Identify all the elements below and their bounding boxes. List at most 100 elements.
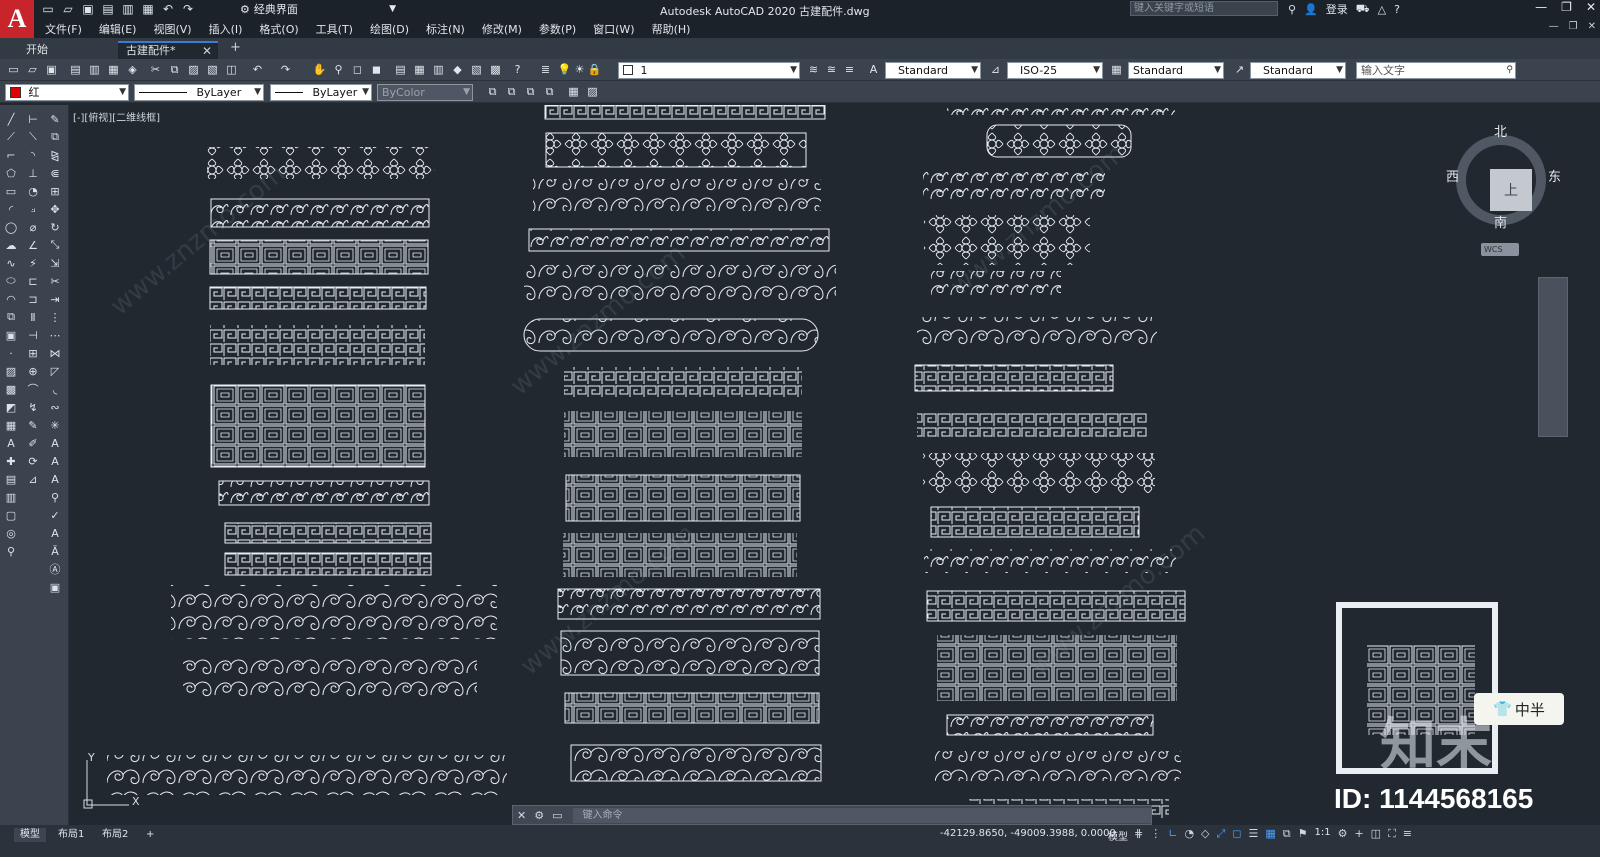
open-icon[interactable]: ▱ [60, 1, 76, 17]
application-menu-button[interactable]: A [0, 0, 34, 38]
dim-angular-icon[interactable]: ∠ [25, 237, 41, 253]
menu-format[interactable]: 格式(O) [259, 21, 298, 37]
login-button[interactable]: 登录 [1326, 1, 1348, 17]
dim-diameter-icon[interactable]: ⌀ [25, 219, 41, 235]
table-style-combo[interactable]: Standard ▼ [1128, 62, 1224, 79]
dim-linear-icon[interactable]: ⊢ [25, 111, 41, 127]
ellipse-arc-icon[interactable]: ◠ [3, 291, 19, 307]
lineweight-combo[interactable]: ByLayer ▼ [270, 84, 372, 101]
line-icon[interactable]: ╱ [3, 111, 19, 127]
dim-break-icon[interactable]: ⊣ [25, 327, 41, 343]
tab-start[interactable]: 开始 [18, 41, 56, 59]
dim-continue-icon[interactable]: ⊐ [25, 291, 41, 307]
rotate-icon[interactable]: ↻ [47, 219, 63, 235]
3d-print-icon[interactable]: ◈ [125, 62, 140, 77]
viewcube[interactable]: 上 北 南 东 西 [1446, 121, 1561, 231]
arc-icon[interactable]: ◜ [3, 201, 19, 217]
scale-text-icon[interactable]: Ā [47, 543, 63, 559]
annotation-visibility-icon[interactable]: ⚑ [1298, 827, 1308, 841]
ellipse-icon[interactable]: ⬭ [3, 273, 19, 289]
design-center-icon[interactable]: ▦ [412, 62, 427, 77]
user-icon[interactable]: 👤 [1304, 3, 1318, 16]
menu-edit[interactable]: 编辑(E) [99, 21, 137, 37]
isolate-icon[interactable]: ◫ [1371, 827, 1381, 841]
block-editor-icon[interactable]: ◫ [224, 62, 239, 77]
bring-above-icon[interactable]: ⧉ [523, 84, 538, 99]
open-file-icon[interactable]: ▱ [25, 62, 40, 77]
save-file-icon[interactable]: ▣ [44, 62, 59, 77]
coordinates-readout[interactable]: -42129.8650, -49009.3988, 0.0000 [940, 828, 1116, 839]
save-as-icon[interactable]: ▤ [100, 1, 116, 17]
find-text-input[interactable]: 输入文字 ⚲ [1356, 62, 1516, 79]
tab-drawing[interactable]: 古建配件* ✕ [118, 41, 218, 59]
zoom-previous-icon[interactable]: ◼ [369, 62, 384, 77]
sheet-set-icon[interactable]: ◆ [450, 62, 465, 77]
ortho-icon[interactable]: ∟ [1168, 827, 1177, 841]
compass-west[interactable]: 西 [1446, 166, 1459, 185]
plot-file-icon[interactable]: ▤ [68, 62, 83, 77]
doc-restore-icon[interactable]: ❐ [1569, 21, 1578, 32]
new-tab-icon[interactable]: + [230, 40, 241, 55]
close-command-icon[interactable]: ✕ [513, 809, 530, 822]
dim-style-palette-icon[interactable]: ⊿ [25, 471, 41, 487]
wcs-menu[interactable]: WCS [1481, 243, 1519, 256]
dim-ordinate-icon[interactable]: ⊥ [25, 165, 41, 181]
menu-window[interactable]: 窗口(W) [593, 21, 634, 37]
qnew-icon[interactable]: ▭ [6, 62, 21, 77]
copy-icon[interactable]: ⧉ [167, 62, 182, 77]
trim-icon[interactable]: ✂ [47, 273, 63, 289]
offset-icon[interactable]: ⋐ [47, 165, 63, 181]
help-icon[interactable]: ? [1394, 3, 1400, 16]
chamfer-icon[interactable]: ◸ [47, 363, 63, 379]
redo-toolbar-icon[interactable]: ↷ [278, 62, 293, 77]
calculator-icon[interactable]: ▩ [488, 62, 503, 77]
compass-south[interactable]: 南 [1494, 212, 1507, 231]
text-edit-icon[interactable]: A [47, 471, 63, 487]
dim-baseline-icon[interactable]: ⊏ [25, 273, 41, 289]
compass-north[interactable]: 北 [1494, 121, 1507, 140]
drawing-canvas[interactable]: [-][俯视][二维线框] Y X www.znzmo.com www.znzm… [69, 105, 1600, 825]
spline-icon[interactable]: ∿ [3, 255, 19, 271]
annotation-scale[interactable]: 1:1 [1314, 827, 1330, 841]
break-point-icon[interactable]: ⋮ [47, 309, 63, 325]
rectangle-icon[interactable]: ▭ [3, 183, 19, 199]
osnap-tracking-icon[interactable]: ⤢ [1217, 827, 1226, 841]
osnap-icon[interactable]: ◻ [1232, 827, 1241, 841]
gradient-icon[interactable]: ▩ [3, 381, 19, 397]
layer-state-icon[interactable]: ≡ [842, 62, 857, 77]
insert-block-icon[interactable]: ⧉ [3, 309, 19, 325]
viewcube-top-face[interactable]: 上 [1490, 169, 1532, 211]
publish-file-icon[interactable]: ▦ [106, 62, 121, 77]
selection-cycling-icon[interactable]: ⧉ [1283, 827, 1291, 841]
array-icon[interactable]: ⊞ [47, 183, 63, 199]
dim-update-icon[interactable]: ⟳ [25, 453, 41, 469]
boundary-icon[interactable]: ▥ [3, 489, 19, 505]
dim-radius-icon[interactable]: ◔ [25, 183, 41, 199]
add-layout-icon[interactable]: + [140, 828, 160, 842]
send-under-icon[interactable]: ⧉ [542, 84, 557, 99]
tool-palettes-icon[interactable]: ▥ [431, 62, 446, 77]
publish-icon[interactable]: ▥ [120, 1, 136, 17]
menu-parametric[interactable]: 参数(P) [539, 21, 576, 37]
region-icon[interactable]: ◩ [3, 399, 19, 415]
wipeout-icon[interactable]: ▢ [3, 507, 19, 523]
cut-icon[interactable]: ✂ [148, 62, 163, 77]
tab-layout1[interactable]: 布局1 [52, 828, 90, 842]
dim-aligned-icon[interactable]: ⟍ [25, 129, 41, 145]
plot-icon[interactable]: ▦ [140, 1, 156, 17]
center-mark-icon[interactable]: ⊕ [25, 363, 41, 379]
tab-close-icon[interactable]: ✕ [202, 44, 212, 59]
redo-icon[interactable]: ↷ [180, 1, 196, 17]
point-icon[interactable]: · [3, 345, 19, 361]
dim-text-edit-icon[interactable]: ✐ [25, 435, 41, 451]
undo-toolbar-icon[interactable]: ↶ [250, 62, 265, 77]
customize-status-icon[interactable]: ≡ [1403, 827, 1412, 841]
move-icon[interactable]: ✥ [47, 201, 63, 217]
a360-icon[interactable]: △ [1378, 3, 1386, 16]
fillet-icon[interactable]: ◟ [47, 381, 63, 397]
navigation-bar[interactable] [1538, 277, 1568, 437]
polar-icon[interactable]: ◔ [1184, 827, 1194, 841]
find-icon[interactable]: ⚲ [47, 489, 63, 505]
command-input[interactable]: 键入命令 [572, 807, 1151, 823]
revcloud-icon[interactable]: ☁ [3, 237, 19, 253]
